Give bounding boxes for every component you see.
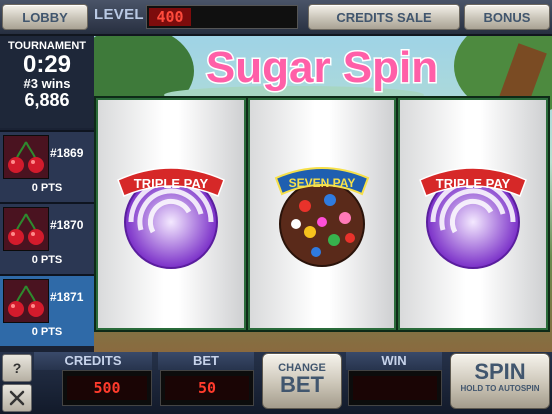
- cherry-icon: [3, 279, 49, 323]
- cherry-icon: [3, 207, 49, 251]
- spin-button[interactable]: SPIN HOLD TO AUTOSPIN: [450, 353, 550, 409]
- triple-pay-lollipop-icon: TRIPLE PAY: [117, 167, 225, 269]
- tournament-timer: 0:29: [22, 51, 72, 78]
- spin-sublabel: HOLD TO AUTOSPIN: [460, 384, 540, 393]
- credits-sale-button[interactable]: CREDITS SALE: [308, 4, 460, 30]
- cherry-icon: [3, 135, 49, 179]
- slot-points: 0 PTS: [31, 182, 63, 194]
- win-meter: [348, 370, 442, 406]
- credits-meter: 500: [62, 370, 152, 406]
- tournament-panel[interactable]: TOURNAMENT 0:29 #3 wins 6,886: [0, 36, 94, 128]
- slot-points: 0 PTS: [31, 326, 63, 338]
- slot-card-active[interactable]: #1871 0 PTS: [0, 274, 94, 346]
- help-button[interactable]: ?: [2, 354, 32, 382]
- lobby-button[interactable]: LOBBY: [2, 4, 88, 30]
- level-label: LEVEL: [94, 6, 144, 23]
- slot-points: 0 PTS: [31, 254, 63, 266]
- tournament-score: 6,886: [24, 90, 70, 110]
- reel-2: SEVEN PAY: [248, 98, 396, 330]
- top-bar: LOBBY LEVEL 400 CREDITS SALE BONUS: [0, 0, 552, 36]
- change-bet-button[interactable]: CHANGE BET: [262, 353, 342, 409]
- logo-text: Sugar Spin: [206, 43, 438, 92]
- bet-value: 50: [165, 376, 249, 400]
- credits-label: CREDITS: [34, 352, 152, 370]
- win-value: [353, 376, 437, 400]
- slot-card[interactable]: #1870 0 PTS: [0, 202, 94, 274]
- wrench-screwdriver-icon: [9, 390, 25, 406]
- spin-label: SPIN: [474, 359, 526, 384]
- reel-1: TRIPLE PAY: [96, 98, 246, 330]
- reel-3: TRIPLE PAY: [398, 98, 548, 330]
- reel-label: SEVEN PAY: [289, 176, 356, 190]
- change-bet-line2: BET: [280, 372, 324, 397]
- slot-id: #1870: [50, 218, 84, 232]
- slot-card[interactable]: #1869 0 PTS: [0, 130, 94, 202]
- bet-meter: 50: [160, 370, 254, 406]
- bet-label: BET: [158, 352, 254, 370]
- credits-value: 500: [67, 376, 147, 400]
- reel-label: TRIPLE PAY: [436, 176, 511, 191]
- triple-pay-lollipop-icon: TRIPLE PAY: [419, 167, 527, 269]
- slot-id: #1871: [50, 290, 84, 304]
- bonus-button[interactable]: BONUS: [464, 4, 550, 30]
- level-value: 400: [149, 8, 191, 26]
- level-progress-bar: 400: [146, 5, 298, 29]
- reel-label: TRIPLE PAY: [134, 176, 209, 191]
- left-panel: TOURNAMENT 0:29 #3 wins 6,886 #1869 0 PT…: [0, 36, 94, 352]
- seven-pay-candy-cookie-icon: SEVEN PAY: [274, 167, 370, 267]
- win-label: WIN: [346, 352, 442, 370]
- bottom-bar: ? CREDITS 500 BET 50 CHANGE BET WIN SPIN…: [0, 352, 552, 414]
- sugar-spin-logo: Sugar Spin: [204, 42, 439, 94]
- tournament-rank: #3 wins: [23, 76, 71, 91]
- settings-button[interactable]: [2, 384, 32, 412]
- slot-id: #1869: [50, 146, 84, 160]
